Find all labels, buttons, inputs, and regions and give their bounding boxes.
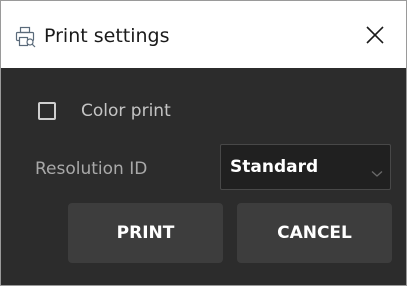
settings-panel: Color print Resolution ID Standard PRINT… <box>1 68 406 285</box>
cancel-button[interactable]: CANCEL <box>237 203 392 263</box>
print-button[interactable]: PRINT <box>68 203 223 263</box>
resolution-label: Resolution ID <box>35 159 148 179</box>
resolution-select[interactable]: Standard <box>220 144 391 190</box>
cancel-button-label: CANCEL <box>277 223 352 243</box>
print-settings-icon <box>15 26 37 48</box>
resolution-selected-value: Standard <box>230 157 319 177</box>
window-title: Print settings <box>44 25 170 47</box>
title-bar: Print settings <box>1 1 406 68</box>
print-button-label: PRINT <box>116 223 175 243</box>
color-print-checkbox[interactable] <box>38 102 56 120</box>
chevron-down-icon <box>371 163 383 182</box>
close-button[interactable] <box>353 15 397 55</box>
print-settings-dialog: Print settings Color print Resolution ID… <box>0 0 407 286</box>
color-print-label: Color print <box>81 101 171 121</box>
